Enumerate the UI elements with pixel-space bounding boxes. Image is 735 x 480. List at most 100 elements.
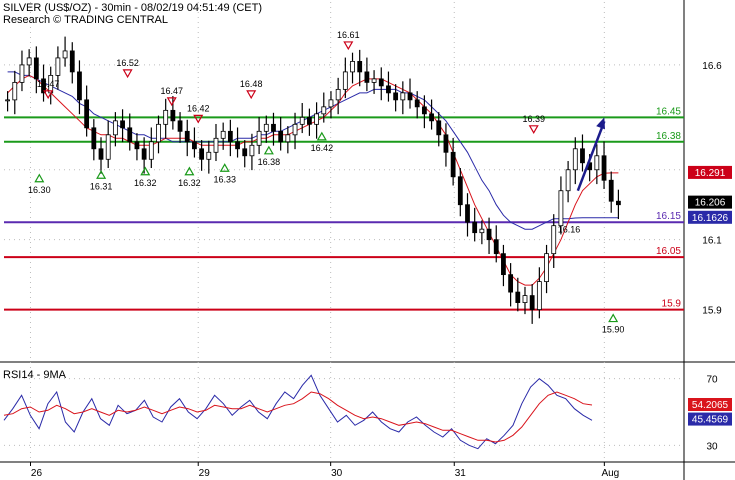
level-label: 15.9 [662, 299, 682, 310]
candle-body [299, 116, 305, 125]
swing-high-label: 16.48 [240, 79, 263, 89]
candle-body [536, 281, 542, 310]
candle-body [206, 151, 212, 160]
price-tick-label: 16.6 [702, 61, 722, 72]
candle-body [120, 120, 125, 129]
candle-body [472, 221, 478, 234]
candle-body [26, 57, 32, 66]
candle-body [170, 109, 176, 122]
candle-body [400, 92, 406, 101]
candle-body [127, 127, 133, 143]
candle-body [249, 144, 255, 157]
time-tick-label: Aug [601, 468, 619, 479]
candle-body [486, 228, 492, 241]
candle-body [148, 141, 154, 160]
candle-body [465, 204, 470, 223]
candle-body [616, 200, 621, 206]
price-tick-label: 16.1 [702, 236, 722, 247]
candle-body [371, 78, 377, 83]
swing-high-label: 16.61 [337, 30, 360, 40]
swing-high-label: 16.39 [522, 114, 545, 124]
time-tick-label: 26 [31, 468, 43, 479]
candle-body [199, 148, 205, 160]
candle-body [429, 113, 434, 122]
rsi-tick-label: 30 [706, 441, 718, 452]
candle-body [364, 71, 370, 83]
candle-body [112, 120, 118, 136]
candle-body [163, 109, 169, 125]
candle-body [572, 148, 578, 171]
candle-body [12, 81, 18, 101]
time-tick-label: 29 [199, 468, 211, 479]
swing-high-label: 16.42 [187, 103, 210, 113]
price-tick-label: 15.9 [702, 306, 722, 317]
candle-body [242, 148, 248, 157]
swing-low-label: 16.32 [134, 178, 157, 188]
candle-body [292, 123, 298, 136]
candle-body [314, 113, 319, 125]
candle-body [544, 253, 549, 283]
candle-body [134, 141, 140, 150]
candle-body [580, 148, 585, 164]
swing-low-label: 15.90 [602, 325, 625, 335]
candle-body [263, 123, 269, 132]
candle-body [69, 50, 75, 73]
candle-body [551, 225, 557, 255]
candle-body [285, 134, 291, 143]
candle-body [357, 61, 363, 73]
candle-body [436, 120, 442, 136]
price-tag-label: 16.291 [695, 168, 726, 179]
candle-body [608, 179, 614, 202]
level-label: 16.45 [656, 106, 681, 117]
swing-high-label: 16.47 [160, 86, 183, 96]
price-note: 16.16 [558, 225, 581, 235]
candle-body [350, 61, 355, 73]
candle-body [271, 123, 276, 132]
candle-body [522, 295, 528, 303]
candle-body [565, 169, 571, 192]
candle-body [98, 148, 104, 160]
candle-body [256, 130, 262, 146]
candle-body [414, 99, 420, 108]
rsi-label: RSI14 - 9MA [3, 369, 67, 381]
rsi-tag-label: 54.2065 [692, 400, 729, 411]
candle-body [378, 78, 384, 87]
candle-body [335, 88, 341, 101]
candle-body [393, 92, 399, 101]
candle-body [558, 190, 564, 227]
time-tick-label: 30 [331, 468, 343, 479]
rsi-tag-label: 45.4569 [692, 415, 729, 426]
candle-body [493, 239, 499, 255]
candle-body [501, 253, 506, 276]
candle-body [184, 130, 190, 143]
candle-body [450, 151, 456, 178]
swing-high-label: 16.52 [116, 58, 139, 68]
swing-low-label: 16.31 [90, 181, 113, 191]
candle-body [508, 274, 514, 293]
price-tag-label: 16.1626 [692, 213, 729, 224]
candle-body [457, 176, 463, 206]
candle-body [105, 134, 111, 160]
rsi-tick-label: 70 [706, 375, 718, 386]
candle-body [235, 141, 240, 150]
candle-body [5, 99, 10, 102]
chart-canvas: 16.45 16.38 16.15 16.05 15.9 16.47 16.52 16.47… [0, 0, 735, 480]
swing-low-label: 16.42 [311, 143, 334, 153]
swing-low-label: 16.30 [28, 185, 51, 195]
candle-body [443, 134, 449, 153]
chart-subtitle: Research © TRADING CENTRAL [3, 14, 168, 26]
candle-body [321, 106, 327, 115]
candle-body [213, 137, 219, 153]
candle-body [84, 99, 90, 129]
candle-body [278, 130, 284, 143]
candle-body [77, 71, 82, 101]
candle-body [177, 120, 183, 132]
candle-body [594, 155, 600, 171]
candle-body [220, 130, 226, 139]
chart-title: SILVER (US$/OZ) - 30min - 08/02/19 04:51… [3, 2, 262, 14]
candle-body [386, 85, 391, 94]
level-label: 16.38 [656, 131, 681, 142]
swing-low-label: 16.32 [178, 178, 201, 188]
candle-body [407, 92, 413, 101]
candle-body [342, 71, 348, 90]
